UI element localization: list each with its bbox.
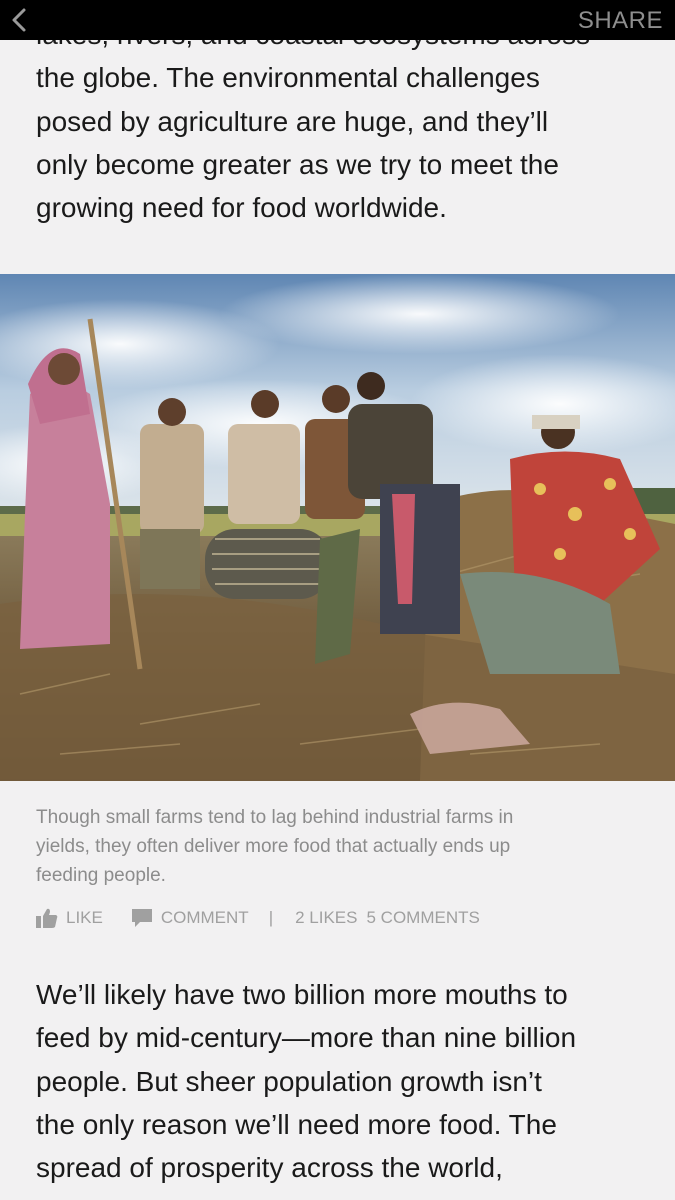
paragraph-line: spread of prosperity across the world, (36, 1152, 503, 1184)
paragraph-line: especially in China and India, is drivin… (36, 1189, 646, 1200)
like-label: LIKE (66, 908, 103, 927)
engagement-bar: LIKE COMMENT | 2 LIKES 5 COMMENTS (36, 904, 480, 932)
share-button[interactable]: SHARE (578, 7, 663, 35)
comment-label: COMMENT (160, 908, 249, 927)
likes-count[interactable]: 2 LIKES (295, 908, 357, 928)
divider: | (268, 908, 274, 927)
comment-bubble-icon (131, 909, 152, 927)
top-bar: SHARE (0, 0, 675, 40)
paragraph-line: growing need for food worldwide. (36, 192, 447, 224)
paragraph-line: the globe. The environmental challenges (36, 62, 540, 94)
article-paragraph: We’ll likely have two billion more mouth… (36, 973, 646, 1200)
paragraph-line: feed by mid-century—more than nine billi… (36, 1022, 577, 1054)
comment-button[interactable]: COMMENT (131, 908, 249, 928)
comments-count[interactable]: 5 COMMENTS (366, 908, 479, 928)
article-photo (0, 274, 675, 781)
paragraph-line: only become greater as we try to meet th… (36, 148, 559, 180)
paragraph-line: posed by agriculture are huge, and they’… (36, 105, 549, 137)
caption-line: Though small farms tend to lag behind in… (36, 807, 514, 828)
paragraph-line: people. But sheer population growth isn’… (36, 1065, 542, 1097)
caption-line: yields, they often deliver more food tha… (36, 836, 511, 857)
paragraph-line: We’ll likely have two billion more mouth… (36, 979, 568, 1010)
article-paragraph: lakes, rivers, and coastal ecosystems ac… (36, 13, 646, 229)
caption-line: feeding people. (36, 865, 166, 886)
paragraph-line: the only reason we’ll need more food. Th… (36, 1108, 557, 1140)
back-button[interactable] (8, 5, 32, 35)
thumbs-up-icon (36, 908, 58, 928)
article-screen: SHARE lakes, rivers, and coastal ecosyst… (0, 0, 675, 1200)
chevron-left-icon (12, 8, 26, 32)
like-button[interactable]: LIKE (36, 908, 103, 928)
photo-caption: Though small farms tend to lag behind in… (36, 803, 646, 890)
